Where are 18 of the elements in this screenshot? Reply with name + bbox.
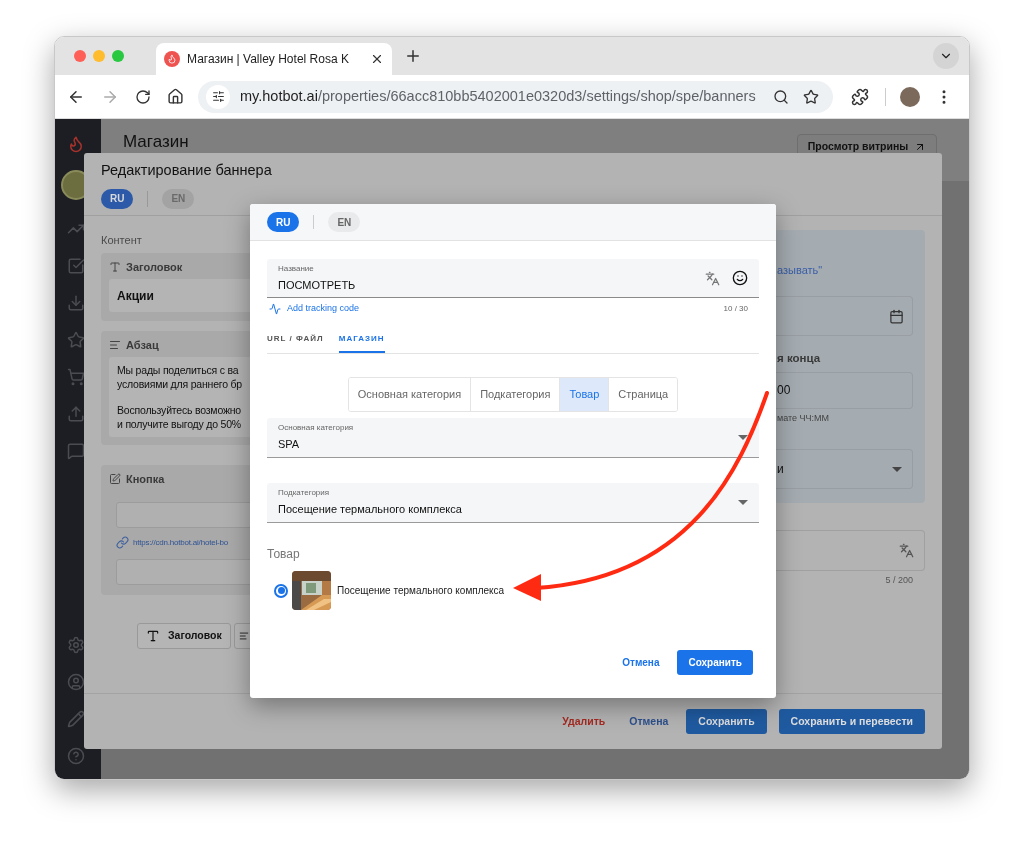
paragraph-line: и получите выгоду до 50% <box>117 417 241 432</box>
tab-title: Магазин | Valley Hotel Rosa K <box>187 51 350 68</box>
character-counter: 10 / 30 <box>723 303 748 315</box>
url-text: my.hotbot.ai/properties/66acc810bb5402001e0320d3/settings/shop/spe/banners <box>240 86 756 106</box>
block-title: Кнопка <box>126 472 165 487</box>
page-title: Магазин <box>123 131 189 153</box>
block-title: Абзац <box>126 338 159 353</box>
field-label: я конца <box>777 351 822 367</box>
block-title: Заголовок <box>126 260 183 275</box>
paragraph-line: условиями для раннего бр <box>117 377 242 392</box>
section-label: Товар <box>267 546 301 563</box>
section-label: Контент <box>101 232 143 248</box>
dialog-title: Редактирование баннера <box>101 161 273 180</box>
paragraph-line: Воспользуйтесь возможно <box>117 403 241 418</box>
paragraph-line: Мы рады поделиться с ва <box>117 363 239 378</box>
field-hint: мате ЧЧ:ММ <box>777 411 830 425</box>
character-counter: 5 / 200 <box>885 574 913 587</box>
product-name: Посещение термального комплекса <box>337 584 505 598</box>
